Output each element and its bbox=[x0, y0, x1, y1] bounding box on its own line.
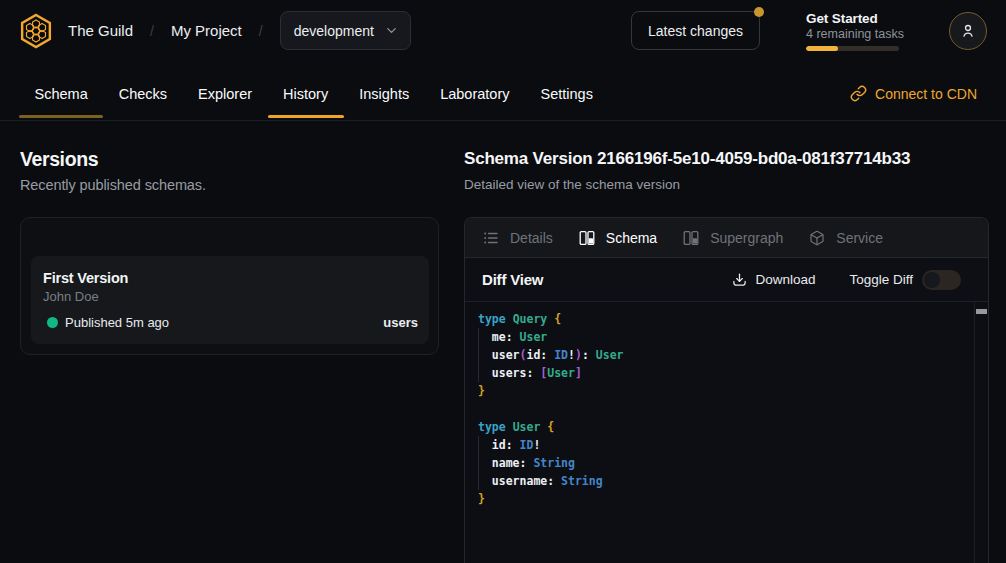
nav-tabs: Schema Checks Explorer History Insights … bbox=[19, 67, 608, 120]
box-icon bbox=[809, 230, 825, 246]
version-name: First Version bbox=[43, 270, 418, 287]
toggle-diff-switch[interactable] bbox=[922, 270, 961, 290]
guild-logo-icon[interactable] bbox=[18, 13, 54, 49]
download-icon bbox=[732, 272, 747, 287]
published-status-dot bbox=[47, 317, 58, 328]
version-status: Published 5m ago bbox=[65, 315, 169, 330]
nav-tab-insights[interactable]: Insights bbox=[344, 67, 425, 120]
connect-to-cdn-link[interactable]: Connect to CDN bbox=[850, 85, 977, 102]
project-nav: Schema Checks Explorer History Insights … bbox=[0, 61, 1006, 121]
get-started-title: Get Started bbox=[806, 11, 899, 27]
breadcrumb-separator: / bbox=[150, 23, 154, 39]
columns-icon bbox=[579, 230, 595, 246]
versions-title: Versions bbox=[20, 148, 439, 171]
diff-header: Diff View Download Toggle Diff bbox=[465, 258, 988, 302]
target-selector[interactable]: development bbox=[280, 11, 411, 50]
version-detail-section: Schema Version 2166196f-5e10-4059-bd0a-0… bbox=[464, 121, 1006, 563]
panel-tab-supergraph[interactable]: Supergraph bbox=[683, 230, 783, 246]
panel-tabs: Details Schema Supergraph bbox=[465, 218, 988, 258]
latest-changes-label: Latest changes bbox=[648, 23, 743, 39]
nav-tab-history[interactable]: History bbox=[268, 67, 344, 120]
panel-tab-schema[interactable]: Schema bbox=[579, 230, 657, 246]
code-scrollbar-thumb[interactable] bbox=[976, 309, 987, 314]
schema-code-viewer[interactable]: type Query { me: User user(id: ID!): Use… bbox=[465, 302, 988, 563]
chevron-down-icon bbox=[384, 23, 399, 38]
versions-subtitle: Recently published schemas. bbox=[20, 176, 439, 194]
panel-tab-service[interactable]: Service bbox=[809, 230, 883, 246]
get-started-subtitle: 4 remaining tasks bbox=[806, 27, 899, 42]
version-detail-panel: Details Schema Supergraph bbox=[464, 217, 989, 563]
list-icon bbox=[483, 230, 499, 246]
app-header: The Guild / My Project / development Lat… bbox=[0, 0, 1006, 61]
breadcrumb-org[interactable]: The Guild bbox=[68, 22, 133, 39]
nav-tab-laboratory[interactable]: Laboratory bbox=[425, 67, 525, 120]
notification-dot bbox=[754, 7, 764, 17]
get-started-widget[interactable]: Get Started 4 remaining tasks bbox=[806, 11, 899, 51]
header-right: Latest changes Get Started 4 remaining t… bbox=[631, 11, 987, 51]
breadcrumb: The Guild / My Project / development bbox=[68, 11, 411, 50]
version-detail-title: Schema Version 2166196f-5e10-4059-bd0a-0… bbox=[464, 148, 989, 170]
avatar[interactable] bbox=[949, 12, 987, 50]
cdn-link-label: Connect to CDN bbox=[875, 86, 977, 102]
nav-tab-settings[interactable]: Settings bbox=[525, 67, 608, 120]
link-icon bbox=[850, 85, 867, 102]
download-button[interactable]: Download bbox=[732, 272, 815, 287]
get-started-progress-fill bbox=[806, 46, 838, 51]
latest-changes-button[interactable]: Latest changes bbox=[631, 11, 760, 50]
version-detail-subtitle: Detailed view of the schema version bbox=[464, 176, 989, 193]
versions-section: Versions Recently published schemas. Fir… bbox=[0, 121, 464, 563]
columns-icon bbox=[683, 230, 699, 246]
version-author: John Doe bbox=[43, 289, 418, 304]
version-service-badge: users bbox=[383, 315, 418, 330]
nav-tab-checks[interactable]: Checks bbox=[103, 67, 182, 120]
breadcrumb-separator: / bbox=[259, 23, 263, 39]
toggle-diff-label: Toggle Diff bbox=[849, 272, 913, 287]
breadcrumb-project[interactable]: My Project bbox=[171, 22, 242, 39]
nav-tab-explorer[interactable]: Explorer bbox=[183, 67, 268, 120]
diff-view-title: Diff View bbox=[482, 271, 543, 288]
indent-guide bbox=[478, 436, 479, 490]
person-icon bbox=[959, 22, 977, 40]
indent-guide bbox=[478, 328, 479, 382]
main-content: Versions Recently published schemas. Fir… bbox=[0, 121, 1006, 563]
schema-sdl-code: type Query { me: User user(id: ID!): Use… bbox=[478, 310, 974, 508]
panel-tab-details[interactable]: Details bbox=[483, 230, 553, 246]
nav-tab-schema[interactable]: Schema bbox=[19, 67, 103, 120]
get-started-progress bbox=[806, 46, 899, 51]
version-list-item[interactable]: First Version John Doe Published 5m ago … bbox=[31, 256, 429, 344]
versions-card: First Version John Doe Published 5m ago … bbox=[20, 217, 439, 355]
code-scrollbar[interactable] bbox=[974, 302, 988, 563]
target-selector-value: development bbox=[294, 23, 374, 39]
